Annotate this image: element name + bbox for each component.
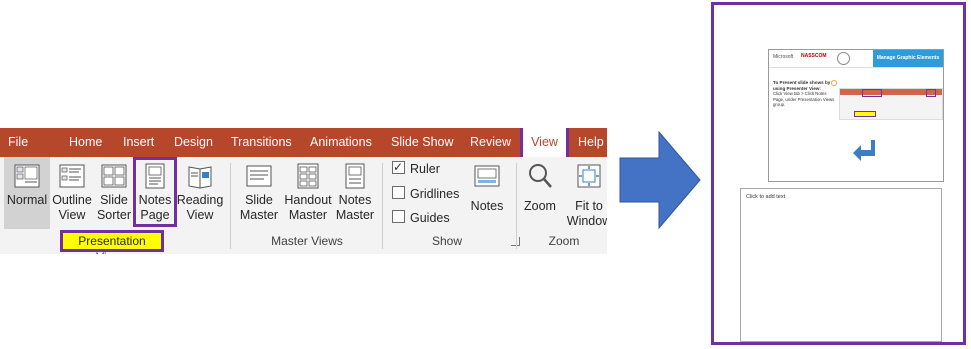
slide-sorter-label: Slide Sorter <box>96 193 132 222</box>
powerpoint-ribbon: File Home Insert Design Transitions Anim… <box>0 128 607 254</box>
fit-to-window-button[interactable]: Fit to Window <box>564 157 607 229</box>
ruler-check-icon <box>392 159 405 175</box>
normal-view-button[interactable]: Normal <box>4 157 50 229</box>
presentation-views-group-label: Presentation Views <box>78 234 146 254</box>
guides-checkbox[interactable]: Guides <box>392 210 450 228</box>
zoom-group-label: Zoom <box>548 234 580 248</box>
normal-view-label: Normal <box>6 193 48 207</box>
right-arrow-icon <box>619 131 701 229</box>
outline-view-icon <box>59 164 85 188</box>
outline-view-label: Outline View <box>52 193 92 222</box>
seal-icon <box>837 52 850 65</box>
notes-page-preview: Microsoft NASSCOM Manage Graphic Element… <box>711 2 966 345</box>
tab-insert[interactable]: Insert <box>123 128 154 157</box>
notes-button[interactable]: Notes <box>465 157 509 229</box>
gridlines-checkbox[interactable]: Gridlines <box>392 186 459 204</box>
handout-master-icon <box>297 163 319 189</box>
slide-body-text: To Present slide shows by using Presente… <box>773 80 837 108</box>
group-separator <box>516 163 517 249</box>
notes-placeholder-text: Click to add text <box>746 194 786 200</box>
handout-master-button[interactable]: Handout Master <box>283 157 333 229</box>
ribbon-body: Normal Outline View Slide Sorter Notes P… <box>0 157 607 254</box>
mini-ribbon-screenshot <box>839 88 943 120</box>
ribbon-tab-bar: File Home Insert Design Transitions Anim… <box>0 128 607 160</box>
mini-yellow-label <box>854 111 876 117</box>
guides-check-icon <box>392 210 405 223</box>
ruler-checkbox[interactable]: Ruler <box>392 159 440 179</box>
tab-help[interactable]: Help <box>578 128 604 157</box>
magnifier-icon <box>529 164 552 188</box>
presentation-views-group-highlight: Presentation Views <box>60 230 164 254</box>
gridlines-label: Gridlines <box>410 187 460 201</box>
return-arrow-icon <box>853 140 875 161</box>
slide-sorter-button[interactable]: Slide Sorter <box>94 157 134 229</box>
handout-master-label: Handout Master <box>284 193 332 222</box>
ruler-label: Ruler <box>410 162 440 176</box>
mini-highlight <box>862 89 882 97</box>
show-group-label: Show <box>431 234 463 248</box>
notes-icon <box>474 165 500 187</box>
gridlines-check-icon <box>392 186 405 199</box>
tab-design[interactable]: Design <box>174 128 213 157</box>
tab-animations[interactable]: Animations <box>310 128 372 157</box>
slide-master-label: Slide Master <box>239 193 279 222</box>
slide-bullet: Click View tab > Click Notes Page, under… <box>773 91 835 107</box>
guides-label: Guides <box>410 211 450 225</box>
outline-view-button[interactable]: Outline View <box>50 157 94 229</box>
tab-slide-show[interactable]: Slide Show <box>391 128 454 157</box>
zoom-button[interactable]: Zoom <box>520 157 560 229</box>
nasscom-logo: NASSCOM <box>801 53 827 59</box>
notes-placeholder-box[interactable]: Click to add text <box>740 188 942 342</box>
notes-page-highlight <box>133 157 177 227</box>
fit-to-window-label: Fit to Window <box>566 199 607 228</box>
fit-to-window-icon <box>577 164 601 188</box>
notes-label: Notes <box>470 199 504 213</box>
slide-master-button[interactable]: Slide Master <box>238 157 280 229</box>
slide-master-icon <box>246 165 272 187</box>
tab-review[interactable]: Review <box>470 128 511 157</box>
slide-heading: To Present slide shows by using Presente… <box>773 80 831 91</box>
slide-thumbnail: Microsoft NASSCOM Manage Graphic Element… <box>768 49 944 182</box>
group-separator <box>230 163 231 249</box>
tab-home[interactable]: Home <box>69 128 102 157</box>
normal-view-icon <box>14 164 40 188</box>
group-separator <box>382 163 383 249</box>
master-views-group-label: Master Views <box>271 234 343 248</box>
slide-title-banner: Manage Graphic Elements <box>873 50 943 67</box>
slide-header: Microsoft NASSCOM Manage Graphic Element… <box>769 50 943 68</box>
mini-highlight <box>926 89 936 97</box>
reading-view-button[interactable]: Reading View <box>176 157 224 229</box>
zoom-label: Zoom <box>524 199 556 213</box>
notes-master-button[interactable]: Notes Master <box>333 157 377 229</box>
microsoft-logo: Microsoft <box>773 54 794 60</box>
slide-sorter-icon <box>101 164 127 188</box>
reading-view-label: Reading View <box>176 193 224 222</box>
tab-file[interactable]: File <box>8 128 28 157</box>
notes-master-label: Notes Master <box>335 193 375 222</box>
view-tab-highlight <box>520 128 569 160</box>
reading-view-icon <box>188 166 212 189</box>
notes-master-icon <box>345 163 365 189</box>
tab-transitions[interactable]: Transitions <box>231 128 292 157</box>
